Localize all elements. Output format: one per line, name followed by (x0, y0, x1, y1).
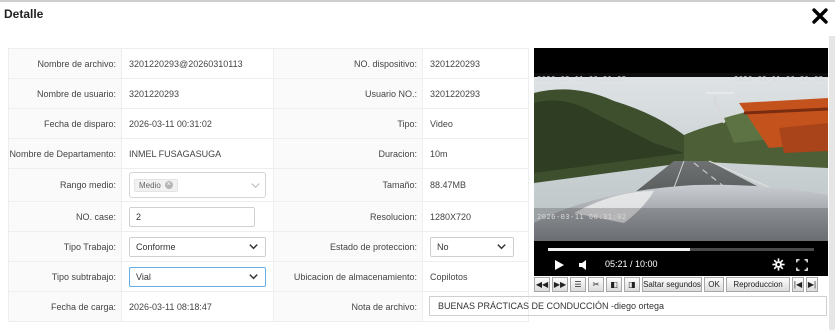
ok-button[interactable]: OK (704, 277, 724, 292)
play-icon[interactable] (553, 259, 565, 271)
scissors-icon: ✂ (592, 280, 600, 289)
osd-timestamp-right: 2026-03-11 00:31:02 (734, 75, 824, 83)
table-row: NO. case: 2 Resolucion: 1280X720 (8, 201, 529, 232)
next-button[interactable]: ▶| (806, 277, 818, 292)
fast-forward-icon: ▶▶ (553, 280, 567, 289)
user-no-value: 3201220293 (422, 78, 529, 109)
rewind-button[interactable]: ◀◀ (534, 277, 550, 292)
user-name-label: Nombre de usuario: (8, 78, 122, 109)
protection-select[interactable]: No (430, 236, 514, 257)
frame-back-icon: ◧ (610, 280, 618, 289)
user-name-value: 3201220293 (121, 78, 274, 109)
file-note-input-value: BUENAS PRÁCTICAS DE CONDUCCIÓN -diego or… (438, 301, 665, 311)
size-value: 88.47MB (422, 168, 529, 202)
player-toolbar: ◀◀ ▶▶ ☰ ✂ ◧ ◨ Saltar segundos OK Reprodu… (534, 277, 829, 294)
skip-end-icon: ▶| (807, 280, 817, 289)
table-row: Fecha de carga: 2026-03-11 08:18:47 Nota… (8, 291, 827, 322)
department-value: INMEL FUSAGASUGA (121, 138, 274, 169)
rewind-icon: ◀◀ (535, 280, 549, 289)
chevron-down-icon (249, 244, 258, 250)
type-value: Video (422, 108, 529, 139)
list-button[interactable]: ☰ (570, 277, 586, 292)
skip-start-icon: |◀ (793, 280, 803, 289)
protection-select-value: No (437, 241, 449, 252)
file-name-value: 3201220293@20260310113 (121, 48, 274, 79)
frame-back-button[interactable]: ◧ (606, 277, 622, 292)
trigger-date-label: Fecha de disparo: (8, 108, 122, 139)
upload-date-value: 2026-03-11 08:18:47 (121, 291, 274, 322)
video-player[interactable]: 2026-03-11 00:31:02 2026-03-11 00:31:02 … (534, 48, 828, 276)
file-name-label: Nombre de archivo: (8, 48, 122, 79)
range-tag-text: Medio (139, 180, 161, 190)
upload-date-label: Fecha de carga: (8, 291, 122, 322)
type-label: Tipo: (273, 108, 423, 139)
duration-label: Duracion: (273, 138, 423, 169)
table-row: Fecha de disparo: 2026-03-11 00:31:02 Ti… (8, 108, 529, 139)
case-no-input-value: 2 (136, 211, 142, 222)
device-no-label: NO. dispositivo: (273, 48, 423, 79)
resolution-value: 1280X720 (422, 201, 529, 232)
fullscreen-icon[interactable] (796, 259, 808, 271)
close-icon[interactable] (811, 7, 829, 25)
table-row: Nombre de Departamento: INMEL FUSAGASUGA… (8, 138, 529, 169)
chevron-down-icon (251, 182, 260, 188)
work-type-label: Tipo Trabajo: (8, 231, 122, 262)
range-tag: Medio × (134, 178, 178, 192)
table-row: Rango medio: Medio × Tamaño: 88.47MB (8, 168, 529, 202)
department-label: Nombre de Departamento: (8, 138, 122, 169)
range-label: Rango medio: (8, 168, 122, 202)
storage-location-label: Ubicacion de almacenamiento: (273, 261, 423, 292)
cut-button[interactable]: ✂ (588, 277, 604, 292)
dialog-scrollbar-track (829, 36, 835, 330)
prev-button[interactable]: |◀ (792, 277, 804, 292)
video-progress-fill (548, 248, 691, 251)
trigger-date-value: 2026-03-11 00:31:02 (121, 108, 274, 139)
table-row: Tipo Trabajo: Conforme Estado de protecc… (8, 231, 529, 262)
video-controls: 05:21 / 10:00 (534, 254, 828, 276)
list-icon: ☰ (574, 280, 582, 289)
tag-remove-icon[interactable]: × (164, 181, 173, 189)
video-progress-bar[interactable] (548, 248, 814, 251)
table-row: Tipo subtrabajo: Vial Ubicacion de almac… (8, 261, 529, 292)
details-table: Nombre de archivo: 3201220293@2026031011… (8, 48, 827, 322)
duration-value: 10m (422, 138, 529, 169)
case-no-input[interactable]: 2 (129, 206, 255, 227)
subwork-type-select[interactable]: Vial (129, 266, 266, 287)
table-row: Nombre de usuario: 3201220293 Usuario NO… (8, 78, 529, 109)
subwork-type-label: Tipo subtrabajo: (8, 261, 122, 292)
dialog-title: Detalle (4, 7, 44, 21)
table-row: Nombre de archivo: 3201220293@2026031011… (8, 48, 529, 79)
skip-seconds-input[interactable]: Saltar segundos (642, 277, 702, 292)
device-no-value: 3201220293 (422, 48, 529, 79)
dialog-header: Detalle (0, 2, 835, 36)
frame-forward-icon: ◨ (628, 280, 636, 289)
subwork-type-select-value: Vial (136, 271, 151, 282)
volume-icon[interactable] (578, 259, 590, 271)
user-no-label: Usuario NO.: (273, 78, 423, 109)
file-note-label: Nota de archivo: (273, 291, 423, 322)
skip-seconds-label: Saltar segundos (643, 280, 701, 289)
osd-timestamp-left: 2026-03-11 00:31:02 (537, 75, 627, 83)
playback-speed-label: Reproduccion (733, 280, 783, 289)
chevron-down-icon (249, 274, 258, 280)
frame-forward-button[interactable]: ◨ (624, 277, 640, 292)
file-note-input[interactable]: BUENAS PRÁCTICAS DE CONDUCCIÓN -diego or… (429, 296, 827, 316)
fast-forward-button[interactable]: ▶▶ (552, 277, 568, 292)
work-type-select[interactable]: Conforme (129, 236, 266, 257)
resolution-label: Resolucion: (273, 201, 423, 232)
protection-label: Estado de proteccion: (273, 231, 423, 262)
storage-location-value: Copilotos (422, 261, 529, 292)
video-time: 05:21 / 10:00 (605, 259, 658, 269)
chevron-down-icon (497, 244, 506, 250)
case-no-label: NO. case: (8, 201, 122, 232)
ok-label: OK (708, 280, 720, 289)
size-label: Tamaño: (273, 168, 423, 202)
playback-speed-button[interactable]: Reproduccion (726, 277, 790, 292)
settings-gear-icon[interactable] (772, 258, 785, 271)
range-multiselect[interactable]: Medio × (129, 172, 266, 198)
osd-timestamp-bottom: 2026-03-11 00:31:02 (537, 213, 627, 221)
work-type-select-value: Conforme (136, 241, 176, 252)
